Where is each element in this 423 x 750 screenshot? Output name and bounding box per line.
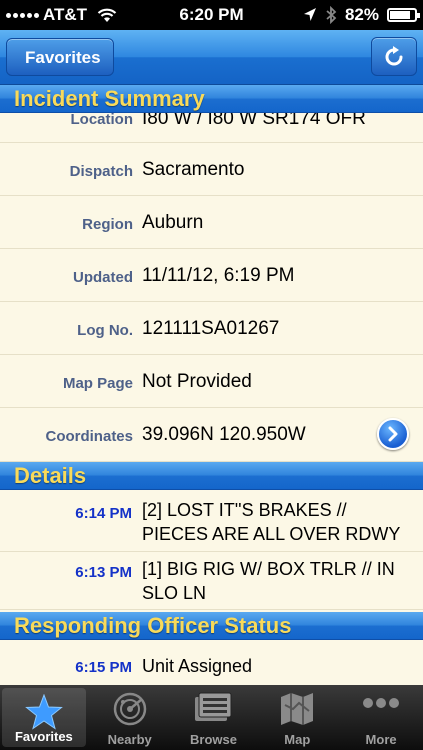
tab-nearby[interactable]: Nearby <box>88 685 172 750</box>
region-row: Region Auburn <box>0 196 423 249</box>
section-header-incident-summary: Incident Summary <box>0 85 423 113</box>
section-header-officer-status: Responding Officer Status <box>0 612 423 640</box>
more-icon <box>363 698 400 708</box>
refresh-icon <box>385 45 403 65</box>
chevron-right-icon <box>388 426 398 442</box>
officer-status-row: 6:15 PM Unit Assigned <box>0 640 423 685</box>
tab-nearby-label: Nearby <box>107 732 152 747</box>
map-icon <box>281 693 314 725</box>
status-bar: AT&T 6:20 PM 82% <box>0 0 423 30</box>
map-page-label: Map Page <box>62 375 133 392</box>
region-value: Auburn <box>142 212 204 233</box>
dispatch-label: Dispatch <box>69 163 133 180</box>
dispatch-value: Sacramento <box>142 159 245 180</box>
officer-status-text: Unit Assigned <box>142 656 253 676</box>
detail-row: 6:14 PM [2] LOST IT''S BRAKES // PIECES … <box>0 490 423 552</box>
location-label: Location <box>70 111 134 128</box>
log-number-label: Log No. <box>77 322 133 339</box>
detail-text: [2] LOST IT''S BRAKES // PIECES ARE ALL … <box>142 500 401 544</box>
updated-value: 11/11/12, 6:19 PM <box>142 265 295 286</box>
tab-more[interactable]: More <box>339 685 423 750</box>
star-icon <box>25 694 63 730</box>
battery-percent: 82% <box>344 5 379 24</box>
location-arrow-icon <box>303 8 316 21</box>
log-number-row: Log No. 121111SA01267 <box>0 302 423 355</box>
coordinates-label: Coordinates <box>45 428 133 445</box>
refresh-button[interactable] <box>371 37 417 76</box>
detail-time: 6:13 PM <box>75 564 132 581</box>
updated-row: Updated 11/11/12, 6:19 PM <box>0 249 423 302</box>
region-label: Region <box>82 216 133 233</box>
coordinates-disclosure-button[interactable] <box>377 418 409 450</box>
coordinates-row[interactable]: Coordinates 39.096N 120.950W <box>0 408 423 462</box>
browse-icon <box>195 692 232 721</box>
back-button[interactable]: Favorites <box>6 38 114 76</box>
log-number-value: 121111SA01267 <box>142 318 280 339</box>
incident-detail-list[interactable]: Location I80 W / I80 W SR174 OFR Inciden… <box>0 85 423 685</box>
tab-favorites[interactable]: Favorites <box>2 688 86 747</box>
radar-icon <box>113 692 146 726</box>
tab-browse[interactable]: Browse <box>172 685 256 750</box>
back-button-label: Favorites <box>25 48 101 67</box>
detail-time: 6:14 PM <box>75 505 132 522</box>
detail-row: 6:13 PM [1] BIG RIG W/ BOX TRLR // IN SL… <box>0 552 423 610</box>
navigation-bar: Favorites <box>0 30 423 85</box>
map-page-row: Map Page Not Provided <box>0 355 423 408</box>
tab-favorites-label: Favorites <box>14 729 73 744</box>
dispatch-row: Dispatch Sacramento <box>0 143 423 196</box>
bluetooth-icon <box>326 6 337 24</box>
updated-label: Updated <box>73 269 133 286</box>
map-page-value: Not Provided <box>142 371 252 392</box>
section-header-details: Details <box>0 462 423 490</box>
tab-bar: Favorites Nearby Browse Map More <box>0 685 423 750</box>
tab-map[interactable]: Map <box>255 685 339 750</box>
officer-status-time: 6:15 PM <box>75 659 132 676</box>
tab-map-label: Map <box>284 732 311 747</box>
tab-browse-label: Browse <box>190 732 237 747</box>
battery-icon <box>387 8 420 22</box>
tab-more-label: More <box>365 732 397 747</box>
detail-text: [1] BIG RIG W/ BOX TRLR // IN SLO LN <box>142 559 395 603</box>
coordinates-value: 39.096N 120.950W <box>142 424 306 445</box>
